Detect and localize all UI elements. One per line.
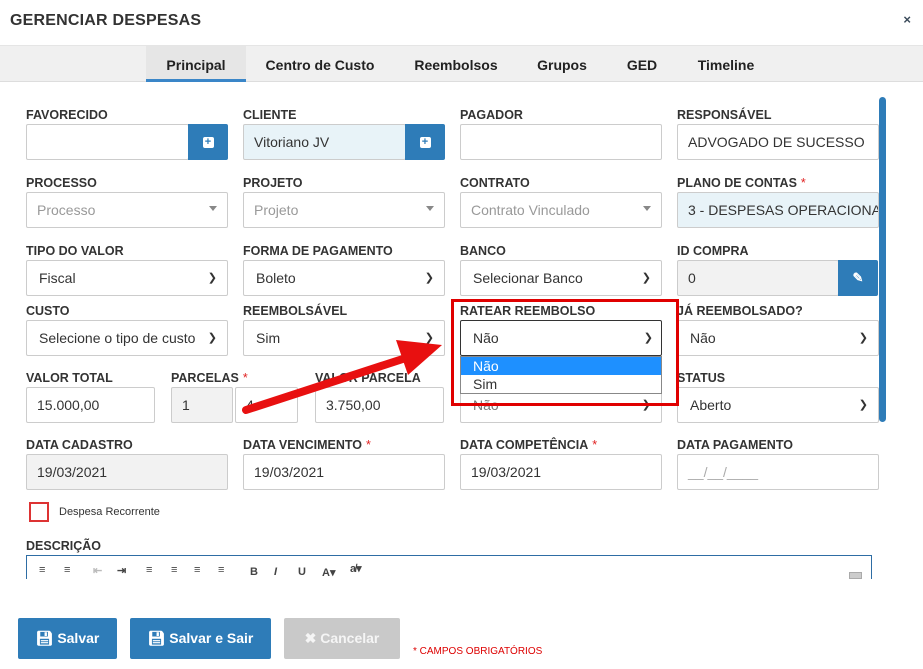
save-button[interactable]: 💾︎ Salvar [18,618,117,659]
required-fields-note: * CAMPOS OBRIGATÓRIOS [413,646,543,657]
cancel-button[interactable]: ✖ Cancelar [284,618,400,659]
save-exit-button[interactable]: 💾︎ Salvar e Sair [130,618,271,659]
annotation-arrow [242,340,442,414]
save-icon: 💾︎ [35,630,58,646]
close-circle-icon: ✖ [304,630,321,646]
save-icon: 💾︎ [147,630,170,646]
